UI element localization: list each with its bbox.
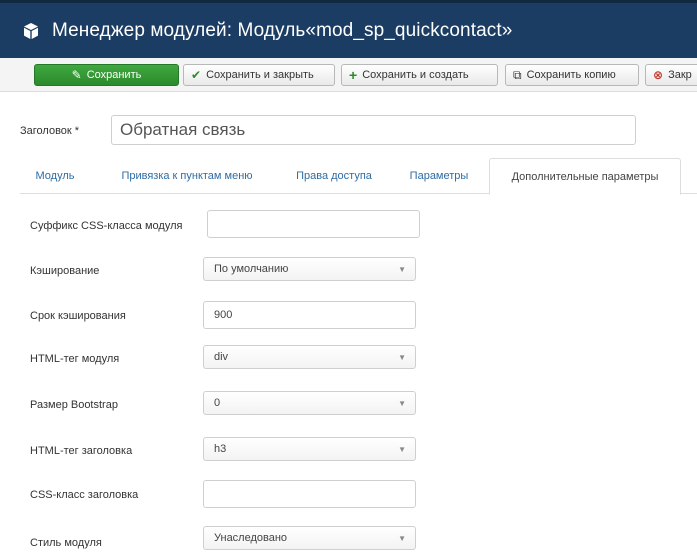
toolbar: ✎ Сохранить ✔ Сохранить и закрыть + Сохр…: [0, 58, 697, 92]
close-icon: ⊗: [653, 68, 664, 82]
header-class-input[interactable]: [203, 480, 416, 508]
cache-time-input[interactable]: [203, 301, 416, 329]
save-close-button[interactable]: ✔ Сохранить и закрыть: [183, 64, 335, 86]
close-button[interactable]: ⊗ Закр: [645, 64, 697, 86]
header-class-label: CSS-класс заголовка: [30, 489, 139, 501]
plus-icon: +: [349, 67, 358, 83]
bootstrap-size-select[interactable]: 0 ▼: [203, 391, 416, 415]
check-icon: ✔: [191, 68, 202, 82]
cache-time-label: Срок кэширования: [30, 310, 126, 322]
css-suffix-input[interactable]: [207, 210, 420, 238]
tab-module[interactable]: Модуль: [20, 158, 90, 194]
page-header: Менеджер модулей: Модуль«mod_sp_quickcon…: [0, 0, 697, 58]
title-label: Заголовок *: [20, 125, 80, 137]
header-tag-select[interactable]: h3 ▼: [203, 437, 416, 461]
save-copy-button[interactable]: ⧉ Сохранить копию: [505, 64, 639, 86]
module-tag-select[interactable]: div ▼: [203, 345, 416, 369]
tab-menu-assignment[interactable]: Привязка к пунктам меню: [98, 158, 276, 194]
bootstrap-size-label: Размер Bootstrap: [30, 399, 118, 411]
cube-icon: [24, 23, 38, 39]
caching-select[interactable]: По умолчанию ▼: [203, 257, 416, 281]
module-style-select[interactable]: Унаследовано ▼: [203, 526, 416, 550]
module-style-label: Стиль модуля: [30, 537, 102, 549]
caret-down-icon: ▼: [398, 353, 406, 362]
caret-down-icon: ▼: [398, 534, 406, 543]
caret-down-icon: ▼: [398, 399, 406, 408]
css-suffix-label: Суффикс CSS-класса модуля: [30, 220, 183, 232]
tab-advanced[interactable]: Дополнительные параметры: [489, 158, 681, 195]
caching-label: Кэширование: [30, 265, 100, 277]
save-button[interactable]: ✎ Сохранить: [34, 64, 179, 86]
edit-icon: ✎: [71, 68, 82, 82]
module-tag-label: HTML-тег модуля: [30, 353, 120, 365]
title-input[interactable]: [111, 115, 636, 145]
copy-icon: ⧉: [513, 68, 522, 82]
page-title: Менеджер модулей: Модуль«mod_sp_quickcon…: [52, 20, 513, 41]
tab-options[interactable]: Параметры: [395, 158, 483, 194]
caret-down-icon: ▼: [398, 265, 406, 274]
tab-permissions[interactable]: Права доступа: [282, 158, 386, 194]
caret-down-icon: ▼: [398, 445, 406, 454]
tab-bar: Модуль Привязка к пунктам меню Права дос…: [20, 158, 697, 195]
save-new-button[interactable]: + Сохранить и создать: [341, 64, 498, 86]
header-tag-label: HTML-тег заголовка: [30, 445, 133, 457]
